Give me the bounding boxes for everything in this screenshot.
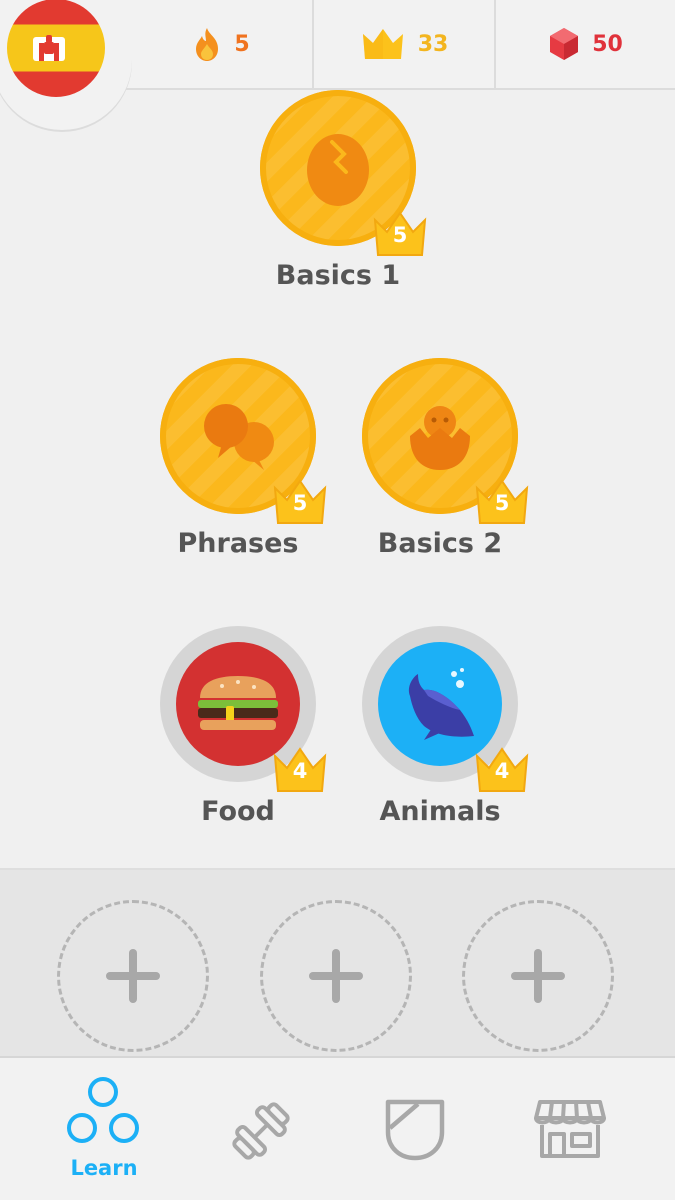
flame-icon (196, 28, 219, 61)
bottom-nav: Learn (0, 1056, 675, 1200)
gem-icon (550, 28, 579, 60)
nav-learn-label: Learn (70, 1156, 138, 1180)
learn-icon (67, 1077, 139, 1143)
crown-level: 4 (494, 759, 510, 783)
skill-animals[interactable]: 4 Animals (360, 626, 529, 827)
skill-phrases[interactable]: 5 Phrases (158, 358, 327, 559)
crown-level: 5 (392, 223, 408, 247)
plus-icon (106, 949, 160, 1003)
streak-count: 5 (234, 31, 250, 57)
skill-circle: 4 (362, 626, 529, 792)
crown-level: 4 (292, 759, 308, 783)
crowns-count: 33 (417, 31, 449, 57)
nav-shop[interactable] (486, 1058, 654, 1200)
add-skill-slot[interactable] (260, 900, 412, 1052)
skill-label: Basics 2 (377, 528, 503, 559)
skill-food[interactable]: 4 Food (158, 626, 327, 827)
skill-label: Phrases (177, 528, 299, 559)
gems-count: 50 (592, 31, 623, 57)
league-shield-icon (385, 1099, 445, 1161)
nav-practice[interactable] (178, 1058, 346, 1200)
nav-learn[interactable]: Learn (20, 1058, 188, 1200)
nav-leagues[interactable] (332, 1058, 500, 1200)
skill-circle: 4 (160, 626, 327, 792)
language-selector[interactable] (0, 0, 132, 130)
shop-icon (534, 1100, 606, 1158)
add-skill-slot[interactable] (57, 900, 209, 1052)
skill-label: Basics 1 (275, 260, 401, 291)
skill-circle: 5 (260, 90, 427, 256)
crowns-counter[interactable]: 33 (314, 0, 494, 88)
add-skill-slot[interactable] (462, 900, 614, 1052)
skill-circle: 5 (160, 358, 327, 524)
plus-icon (511, 949, 565, 1003)
skill-label: Food (201, 796, 275, 827)
practice-dumbbell-icon (232, 1102, 290, 1160)
add-skill-slots (0, 868, 675, 1058)
skill-basics-1[interactable]: 5 Basics 1 (258, 90, 427, 291)
streak-counter[interactable]: 5 (130, 0, 312, 88)
skill-basics-2[interactable]: 5 Basics 2 (360, 358, 529, 559)
crown-icon (362, 29, 403, 59)
crown-level: 5 (494, 491, 510, 515)
skill-label: Animals (379, 796, 501, 827)
crown-level: 5 (292, 491, 308, 515)
spain-flag-icon (7, 0, 105, 97)
plus-icon (309, 949, 363, 1003)
skill-circle: 5 (362, 358, 529, 524)
gems-counter[interactable]: 50 (496, 0, 675, 88)
